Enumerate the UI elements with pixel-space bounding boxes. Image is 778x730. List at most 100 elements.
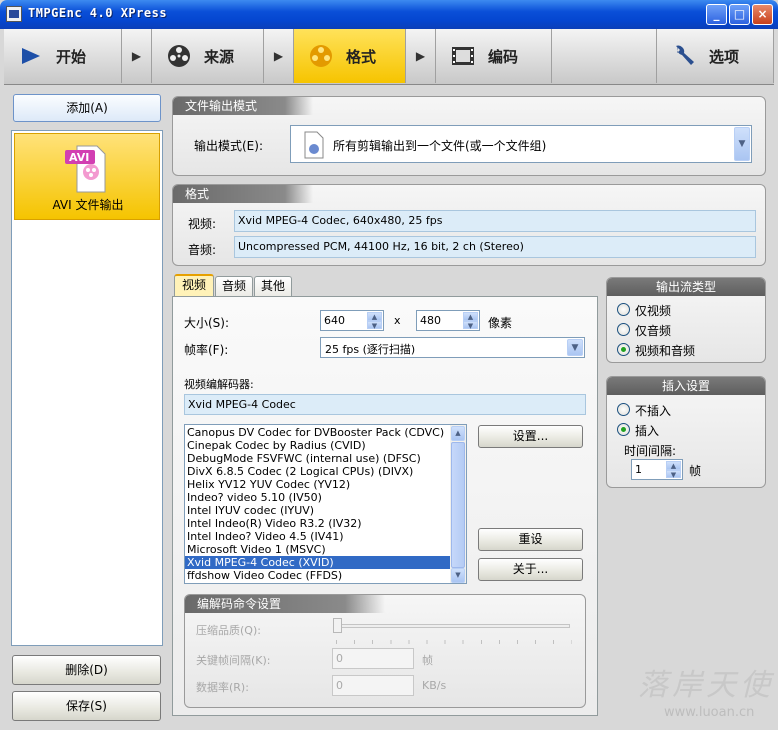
scroll-thumb[interactable] [451,442,465,568]
format-audio-label: 音频: [188,243,217,257]
spin-down-icon[interactable]: ▼ [367,320,382,329]
quality-slider[interactable] [333,618,570,633]
codec-reset-button[interactable]: 重设 [478,528,583,551]
avi-badge: AVI [69,151,90,164]
scroll-up-icon[interactable]: ▲ [451,426,465,441]
codec-command-header: 编解码命令设置 [185,595,385,613]
slider-thumb[interactable] [333,618,342,633]
datarate-value: 0 [336,679,343,692]
spin-down-icon[interactable]: ▼ [463,320,478,329]
codec-list-item[interactable]: Canopus DV Codec for DVBooster Pack (CDV… [185,426,450,439]
wrench-icon [671,43,697,69]
spin-up-icon[interactable]: ▲ [367,312,382,321]
radio-video-only[interactable] [617,303,630,316]
list-item-label: AVI 文件输出 [52,198,124,212]
framerate-select[interactable]: 25 fps (逐行扫描) ▼ [320,337,585,358]
datarate-spinner[interactable]: 0 [332,675,414,696]
codec-label: 视频编解码器: [184,378,254,391]
radio-no-insert[interactable] [617,403,630,416]
codec-list-item[interactable]: Intel Indeo(R) Video R3.2 (IV32) [185,517,450,530]
output-mode-select[interactable]: 所有剪辑输出到一个文件(或一个文件组) ▼ [290,125,752,163]
keyframe-unit: 帧 [422,654,433,667]
framerate-label: 帧率(F): [184,343,229,357]
codec-list-scrollbar[interactable]: ▲ ▼ [450,425,466,583]
codec-value: Xvid MPEG-4 Codec [184,394,586,415]
spin-down-icon[interactable]: ▼ [666,469,681,478]
quality-label: 压缩品质(Q): [196,624,261,637]
film-reel-icon [308,43,334,69]
play-icon [18,43,44,69]
keyframe-spinner[interactable]: 0 [332,648,414,669]
codec-list[interactable]: Canopus DV Codec for DVBooster Pack (CDV… [184,424,467,584]
radio-audio-only-label: 仅音频 [635,324,672,338]
step-arrow: ▶ [264,29,294,83]
list-item-avi-output[interactable]: AVI AVI 文件输出 [14,133,160,220]
radio-insert[interactable] [617,423,630,436]
framerate-value: 25 fps (逐行扫描) [325,343,416,356]
spin-up-icon[interactable]: ▲ [463,312,478,321]
size-label: 大小(S): [184,316,230,330]
title-bar: TMPGEnc 4.0 XPress _ □ × [0,0,778,29]
tab-options[interactable]: 选项 [656,29,774,83]
radio-video-only-label: 仅视频 [635,304,672,318]
radio-audio-only[interactable] [617,323,630,336]
codec-list-item[interactable]: ffdshow Video Codec (FFDS) [185,569,450,582]
tab-format-label: 格式 [346,47,377,66]
step-navigation-bar: 开始 ▶ 来源 ▶ 格式 ▶ 编码 选项 [4,29,774,85]
tab-other[interactable]: 其他 [254,276,292,296]
tab-options-label: 选项 [709,47,740,66]
codec-list-item[interactable]: DebugMode FSVFWC (internal use) (DFSC) [185,452,450,465]
interval-spinner[interactable]: 1 ▲ ▼ [631,459,683,480]
insert-settings-header: 插入设置 [607,377,765,395]
spin-up-icon[interactable]: ▲ [666,461,681,470]
size-unit: 像素 [488,316,513,330]
radio-video-audio[interactable] [617,343,630,356]
document-icon [303,131,325,159]
tab-source-label: 来源 [204,47,235,66]
tab-format[interactable]: 格式 [294,29,406,83]
keyframe-value: 0 [336,652,343,665]
avi-file-icon: AVI [63,142,109,194]
datarate-label: 数据率(R): [196,681,249,694]
minimize-button[interactable]: _ [706,4,727,25]
tab-start[interactable]: 开始 [4,29,122,83]
interval-label: 时间间隔: [624,444,677,458]
tab-encode[interactable]: 编码 [436,29,552,83]
step-arrow: ▶ [122,29,152,83]
height-value: 480 [420,314,441,327]
add-button[interactable]: 添加(A) [13,94,161,122]
tab-video[interactable]: 视频 [174,274,214,296]
tab-audio[interactable]: 音频 [215,276,253,296]
codec-about-button[interactable]: 关于... [478,558,583,581]
format-video-label: 视频: [188,217,217,231]
interval-unit: 帧 [689,464,702,478]
codec-list-item[interactable]: DivX 6.8.5 Codec (2 Logical CPUs) (DIVX) [185,465,450,478]
height-spinner[interactable]: 480 ▲ ▼ [416,310,480,331]
maximize-button[interactable]: □ [729,4,750,25]
codec-list-item[interactable]: Cinepak Codec by Radius (CVID) [185,439,450,452]
tab-source[interactable]: 来源 [152,29,264,83]
scroll-down-icon[interactable]: ▼ [451,568,465,583]
codec-list-item[interactable]: Intel Indeo? Video 4.5 (IV41) [185,530,450,543]
insert-settings-group: 插入设置 [606,376,766,488]
format-audio-value: Uncompressed PCM, 44100 Hz, 16 bit, 2 ch… [234,236,756,258]
radio-no-insert-label: 不插入 [635,404,672,418]
chevron-down-icon: ▼ [734,127,750,161]
codec-list-item[interactable]: Indeo? video 5.10 (IV50) [185,491,450,504]
width-spinner[interactable]: 640 ▲ ▼ [320,310,384,331]
width-value: 640 [324,314,345,327]
codec-list-item[interactable]: Helix YV12 YUV Codec (YV12) [185,478,450,491]
codec-list-item[interactable]: Microsoft Video 1 (MSVC) [185,543,450,556]
step-arrow: ▶ [406,29,436,83]
film-reel-icon [166,43,192,69]
stream-type-header: 输出流类型 [607,278,765,296]
delete-button[interactable]: 删除(D) [12,655,161,685]
codec-list-item[interactable]: Xvid MPEG-4 Codec (XVID) [185,556,450,569]
codec-settings-button[interactable]: 设置... [478,425,583,448]
save-button[interactable]: 保存(S) [12,691,161,721]
output-mode-label: 输出模式(E): [194,139,263,153]
chevron-down-icon: ▼ [567,339,583,356]
codec-list-item[interactable]: Intel IYUV codec (IYUV) [185,504,450,517]
watermark-url: www.luoan.cn [664,705,755,720]
close-button[interactable]: × [752,4,773,25]
